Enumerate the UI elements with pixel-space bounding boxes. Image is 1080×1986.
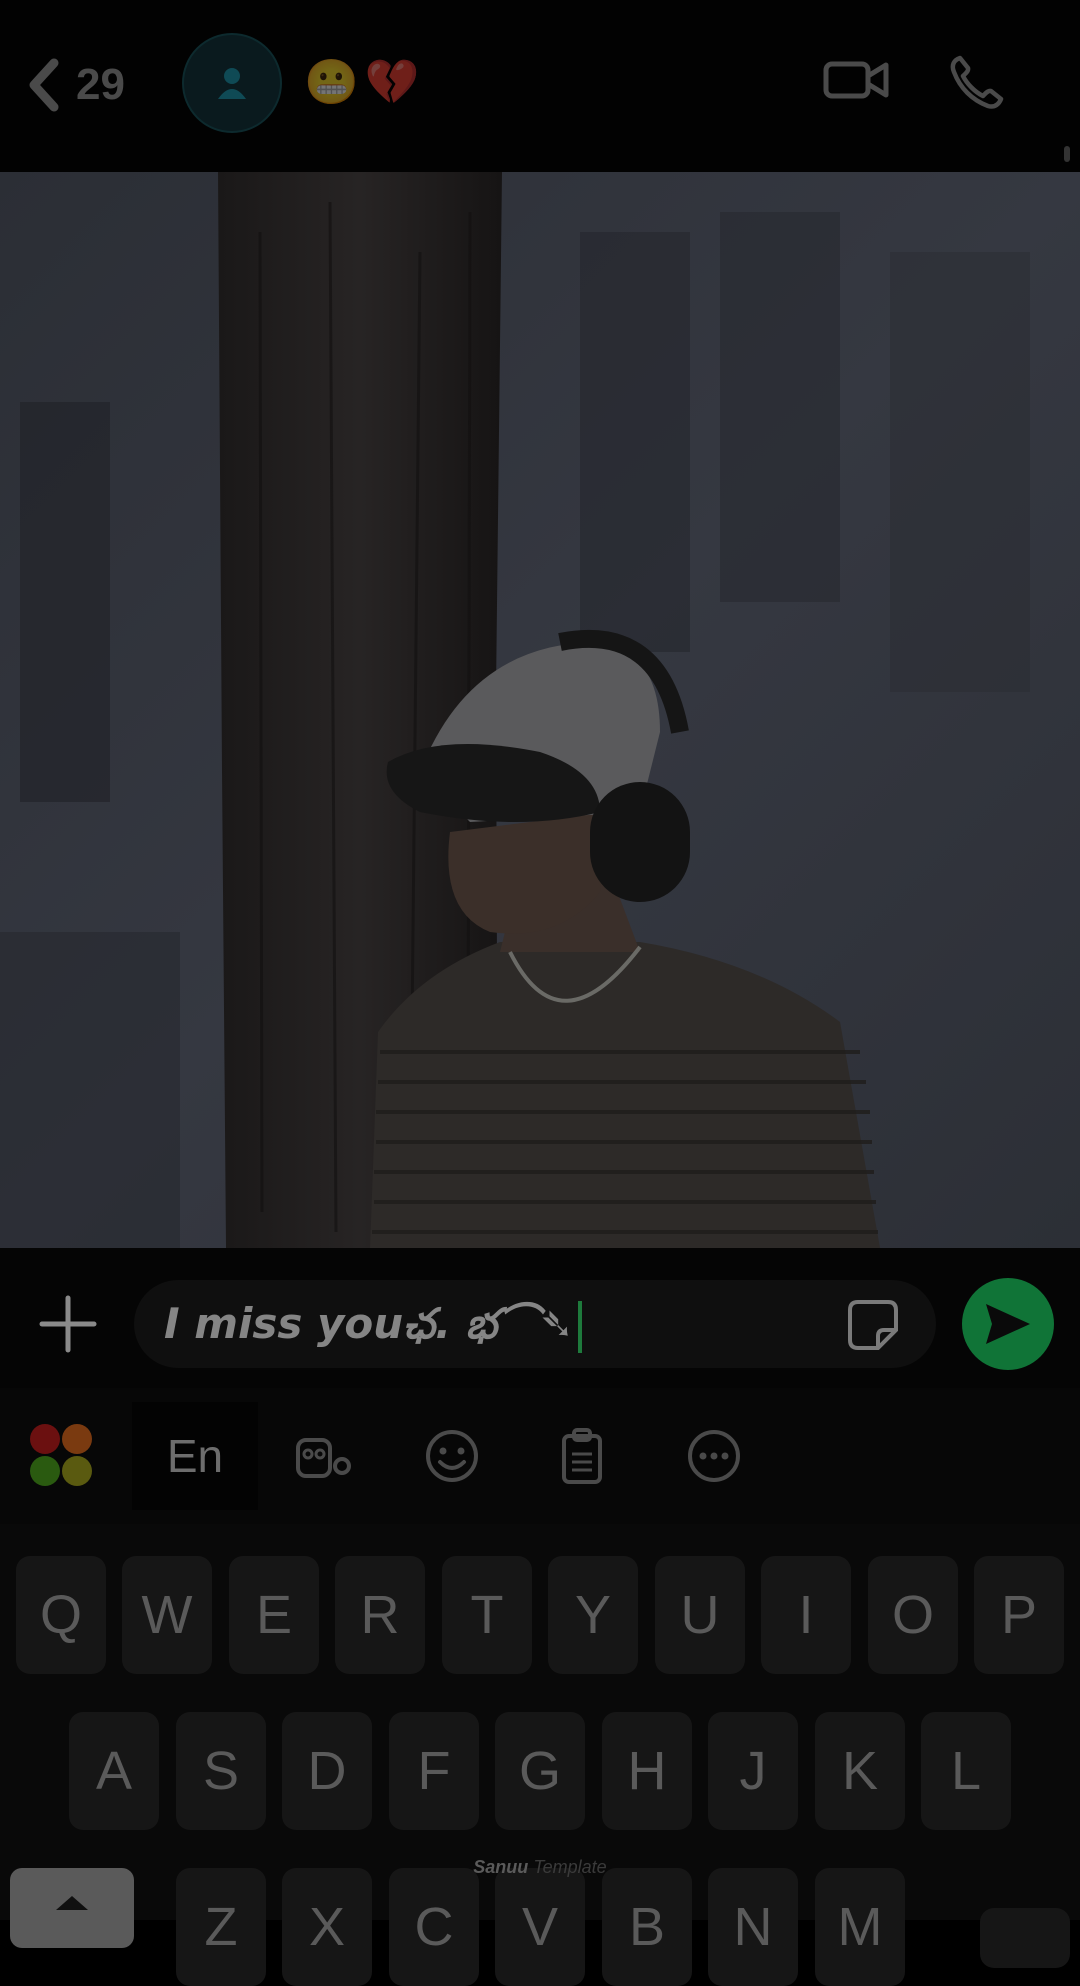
key-label: D: [307, 1741, 347, 1801]
more-icon[interactable]: [684, 1426, 744, 1486]
key-g[interactable]: G: [495, 1712, 585, 1830]
key-b[interactable]: B: [602, 1868, 692, 1986]
key-label: N: [733, 1897, 773, 1957]
key-y[interactable]: Y: [548, 1556, 638, 1674]
language-tab[interactable]: En: [132, 1402, 258, 1510]
key-label: A: [95, 1741, 133, 1801]
key-label: U: [680, 1585, 720, 1645]
key-label: L: [950, 1741, 982, 1801]
key-x[interactable]: X: [282, 1868, 372, 1986]
key-label: S: [202, 1741, 240, 1801]
back-chevron-icon: [29, 58, 59, 112]
key-a[interactable]: A: [69, 1712, 159, 1830]
chat-header: 29 😬 💔: [0, 0, 1080, 172]
key-label: Z: [204, 1897, 238, 1957]
key-label: F: [417, 1741, 451, 1801]
clipboard-icon[interactable]: [552, 1426, 612, 1486]
sticker-keyboard-icon[interactable]: [294, 1426, 354, 1486]
phone-icon[interactable]: [946, 52, 1006, 112]
send-button[interactable]: [962, 1278, 1054, 1370]
key-label: J: [739, 1741, 767, 1801]
grimace-emoji: 😬: [304, 57, 359, 108]
message-input[interactable]: I miss youఛ. భ⌒➴: [134, 1280, 936, 1368]
key-label: G: [518, 1741, 561, 1801]
key-label: X: [308, 1897, 346, 1957]
key-label: T: [470, 1585, 504, 1645]
key-label: E: [255, 1585, 293, 1645]
wallpaper-photo: [0, 172, 1080, 1248]
key-p[interactable]: P: [974, 1556, 1064, 1674]
message-text: I miss youఛ. భ⌒➴: [164, 1280, 583, 1368]
key-label: I: [798, 1585, 814, 1645]
key-j[interactable]: J: [708, 1712, 798, 1830]
key-w[interactable]: W: [122, 1556, 212, 1674]
key-label: O: [891, 1585, 934, 1645]
key-label: R: [360, 1585, 400, 1645]
message-value: I miss youఛ. భ⌒➴: [164, 1299, 575, 1348]
key-label: Q: [39, 1585, 82, 1645]
back-button[interactable]: 29: [26, 50, 125, 120]
watermark-name: Sanuu: [473, 1857, 529, 1877]
key-u[interactable]: U: [655, 1556, 745, 1674]
key-o[interactable]: O: [868, 1556, 958, 1674]
sticker-icon[interactable]: [846, 1298, 900, 1352]
key-label: V: [521, 1897, 559, 1957]
watermark-word: Template: [533, 1857, 607, 1877]
key-i[interactable]: I: [761, 1556, 851, 1674]
key-label: H: [627, 1741, 667, 1801]
message-composer: I miss youఛ. భ⌒➴: [0, 1248, 1080, 1388]
key-h[interactable]: H: [602, 1712, 692, 1830]
watermark: Sanuu Template: [0, 1857, 1080, 1878]
plus-icon[interactable]: [36, 1292, 100, 1356]
key-label: Y: [574, 1585, 612, 1645]
key-d[interactable]: D: [282, 1712, 372, 1830]
send-icon: [986, 1304, 1030, 1344]
key-label: B: [628, 1897, 666, 1957]
contact-avatar[interactable]: [182, 33, 282, 133]
key-label: C: [414, 1897, 454, 1957]
key-m[interactable]: M: [815, 1868, 905, 1986]
key-label: P: [1000, 1585, 1038, 1645]
key-e[interactable]: E: [229, 1556, 319, 1674]
key-c[interactable]: C: [389, 1868, 479, 1986]
scroll-indicator: [1064, 146, 1070, 162]
key-label: M: [837, 1897, 883, 1957]
key-t[interactable]: T: [442, 1556, 532, 1674]
unread-count: 29: [76, 60, 125, 109]
key-k[interactable]: K: [815, 1712, 905, 1830]
avatar-person-icon: [218, 68, 246, 99]
key-z[interactable]: Z: [176, 1868, 266, 1986]
apps-icon[interactable]: [30, 1424, 94, 1488]
key-v[interactable]: V: [495, 1868, 585, 1986]
video-call-icon[interactable]: [822, 52, 892, 108]
key-label: W: [141, 1585, 193, 1645]
text-caret: [578, 1300, 583, 1353]
key-r[interactable]: R: [335, 1556, 425, 1674]
key-f[interactable]: F: [389, 1712, 479, 1830]
key-l[interactable]: L: [921, 1712, 1011, 1830]
language-label: En: [166, 1430, 224, 1482]
key-label: K: [841, 1741, 879, 1801]
key-s[interactable]: S: [176, 1712, 266, 1830]
key-n[interactable]: N: [708, 1868, 798, 1986]
key-q[interactable]: Q: [16, 1556, 106, 1674]
contact-name-emojis[interactable]: 😬 💔: [304, 56, 420, 110]
emoji-icon[interactable]: [422, 1426, 482, 1486]
broken-heart-emoji: 💔: [364, 57, 420, 108]
backspace-key[interactable]: [980, 1908, 1070, 1968]
shift-key[interactable]: [10, 1868, 134, 1948]
keyboard-toolbar: En: [0, 1388, 1080, 1524]
